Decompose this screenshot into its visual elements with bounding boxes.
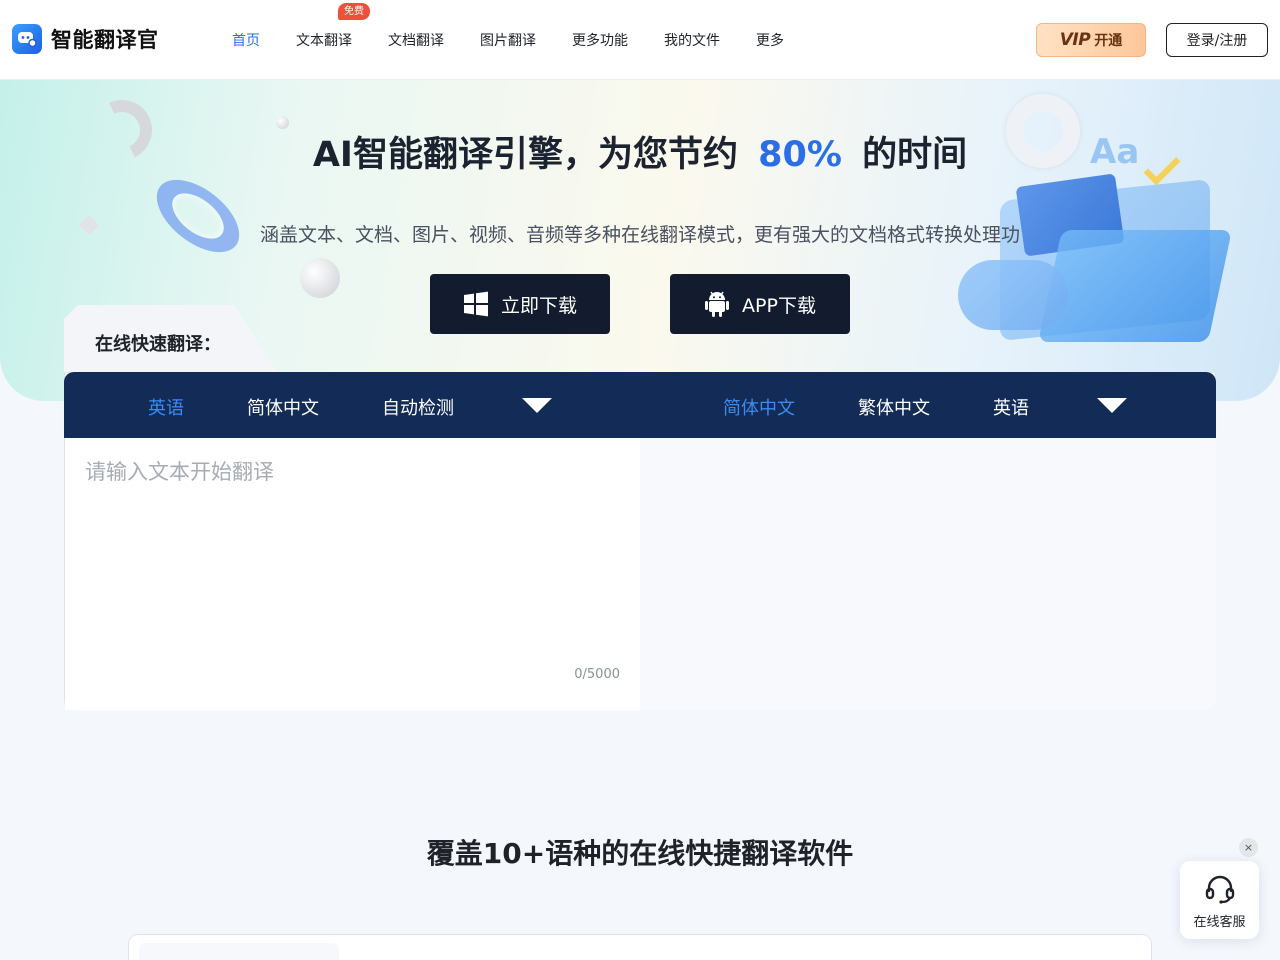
languages-card-inner — [139, 943, 339, 960]
hero-subtitle: 涵盖文本、文档、图片、视频、音频等多种在线翻译模式，更有强大的文档格式转换处理功 — [259, 224, 1020, 246]
decorative-sphere — [300, 258, 340, 298]
source-lang-english[interactable]: 英语 — [148, 394, 184, 420]
translator-panel: 英语 简体中文 自动检测 简体中文 繁体中文 英语 0/5000 — [64, 372, 1216, 710]
download-windows-button[interactable]: 立即下载 — [430, 274, 610, 334]
online-customer-service-button[interactable]: 在线客服 — [1180, 861, 1259, 939]
logo-icon — [12, 24, 42, 54]
target-lang-dropdown-icon[interactable] — [1097, 398, 1127, 413]
source-lang-auto-detect[interactable]: 自动检测 — [382, 394, 454, 420]
nav-more[interactable]: 更多 — [756, 30, 784, 50]
decorative-cloud — [958, 260, 1068, 330]
source-lang-dropdown-icon[interactable] — [522, 398, 552, 413]
hero-title-prefix: AI智能翻译引擎，为您节约 — [312, 135, 738, 175]
languages-section-card — [128, 934, 1152, 960]
nav-text-translate-label: 文本翻译 — [296, 33, 352, 49]
nav-text-translate[interactable]: 文本翻译 免费 — [296, 3, 370, 50]
hero-title-accent: 80% — [758, 135, 842, 175]
download-windows-label: 立即下载 — [500, 294, 577, 317]
customer-service-label: 在线客服 — [1193, 915, 1246, 930]
char-counter: 0/5000 — [574, 667, 620, 682]
target-lang-simplified-chinese[interactable]: 简体中文 — [723, 394, 795, 420]
close-icon[interactable]: × — [1239, 838, 1258, 857]
top-header: 智能翻译官 首页 文本翻译 免费 文档翻译 图片翻译 更多功能 我的文件 更多 … — [0, 0, 1280, 80]
nav-doc-translate[interactable]: 文档翻译 — [388, 30, 444, 50]
nav-image-translate[interactable]: 图片翻译 — [480, 30, 536, 50]
vip-open-button[interactable]: VIP 开通 — [1036, 23, 1146, 57]
site-logo[interactable]: 智能翻译官 — [12, 24, 159, 54]
languages-section-title: 覆盖10+语种的在线快捷翻译软件 — [426, 837, 854, 870]
source-text-area: 0/5000 — [65, 438, 640, 710]
nav-my-files[interactable]: 我的文件 — [664, 30, 720, 50]
logo-text: 智能翻译官 — [51, 28, 159, 52]
headset-icon — [1205, 875, 1234, 904]
hero-title: AI智能翻译引擎，为您节约 80% 的时间 — [0, 126, 1280, 177]
main-nav: 首页 文本翻译 免费 文档翻译 图片翻译 更多功能 我的文件 更多 — [214, 0, 802, 80]
vip-open-label: 开通 — [1094, 33, 1123, 49]
language-bar: 英语 简体中文 自动检测 简体中文 繁体中文 英语 — [64, 372, 1216, 438]
windows-icon — [463, 291, 488, 317]
android-icon — [705, 291, 730, 317]
free-badge: 免费 — [338, 3, 370, 20]
download-app-button[interactable]: APP下载 — [670, 274, 850, 334]
download-app-label: APP下载 — [742, 294, 816, 317]
target-lang-english[interactable]: 英语 — [993, 394, 1029, 420]
source-lang-simplified-chinese[interactable]: 简体中文 — [247, 394, 319, 420]
login-register-button[interactable]: 登录/注册 — [1166, 23, 1268, 57]
vip-logo: VIP — [1059, 30, 1091, 50]
target-lang-traditional-chinese[interactable]: 繁体中文 — [858, 394, 930, 420]
decorative-ring — [143, 165, 253, 267]
translation-output-area — [640, 438, 1216, 710]
nav-home[interactable]: 首页 — [232, 30, 260, 50]
source-text-input[interactable] — [65, 438, 640, 710]
nav-more-features[interactable]: 更多功能 — [572, 30, 628, 50]
hero-title-suffix: 的时间 — [862, 135, 968, 175]
